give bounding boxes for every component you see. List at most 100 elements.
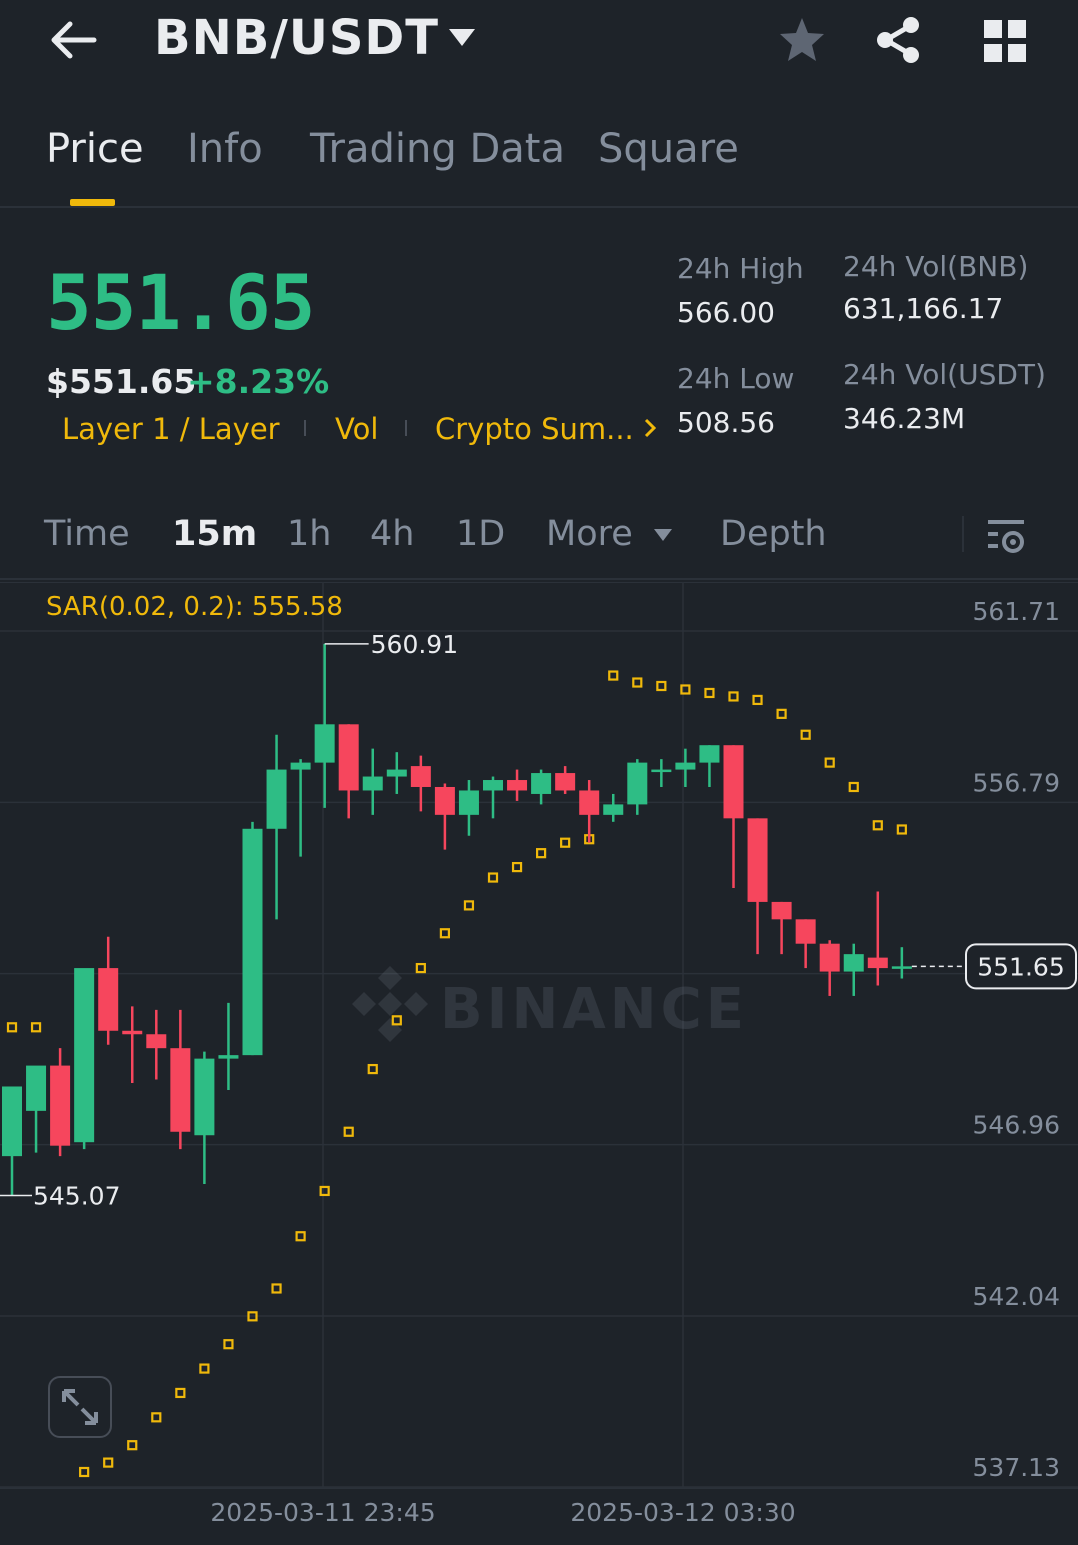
interval-4h[interactable]: 4h xyxy=(370,514,414,554)
candle-body xyxy=(675,762,696,770)
tag-crypto-summary[interactable]: Crypto Sum... xyxy=(435,412,634,446)
candle-body xyxy=(26,1065,47,1111)
price-axis-label: 537.13 xyxy=(973,1453,1060,1482)
candle-body xyxy=(627,762,648,805)
candle-body xyxy=(867,957,888,969)
candle-body xyxy=(795,919,816,944)
candle-body xyxy=(314,724,335,763)
min-price-marker: 545.07 xyxy=(33,1181,120,1210)
sar-point xyxy=(199,1363,210,1374)
max-price-marker: 560.91 xyxy=(371,630,458,659)
favorite-button[interactable] xyxy=(776,14,828,66)
sar-point xyxy=(271,1283,282,1294)
chart-settings-icon xyxy=(988,520,1024,553)
interval-more-label: More xyxy=(546,514,633,554)
share-icon xyxy=(877,17,919,63)
candle-body xyxy=(74,968,95,1143)
tag-divider xyxy=(405,420,407,436)
active-tab-indicator xyxy=(70,199,115,206)
candle-body xyxy=(146,1034,167,1049)
low-value: 508.56 xyxy=(677,406,775,439)
sar-point xyxy=(6,1022,18,1033)
sar-point xyxy=(752,694,763,706)
vol-usdt-value: 346.23M xyxy=(843,402,966,435)
tab-info[interactable]: Info xyxy=(187,126,263,172)
sar-point xyxy=(656,680,667,692)
top-bar: BNB/USDT xyxy=(0,0,1078,90)
candle-body xyxy=(50,1065,71,1146)
candle-body xyxy=(603,804,624,815)
sar-point xyxy=(30,1022,42,1033)
caret-down-icon xyxy=(449,29,475,46)
tag-layer1[interactable]: Layer 1 / Layer xyxy=(62,412,280,446)
sar-point xyxy=(560,837,571,848)
candle-body xyxy=(579,790,600,815)
time-axis-label: 2025-03-11 23:45 xyxy=(210,1498,435,1527)
tab-square[interactable]: Square xyxy=(598,126,739,172)
sar-point xyxy=(79,1466,90,1478)
candle-body xyxy=(699,745,720,763)
candle-body xyxy=(362,776,383,791)
caret-down-icon xyxy=(653,529,672,541)
candle-body xyxy=(458,790,479,815)
star-icon xyxy=(780,18,824,61)
candle-body xyxy=(819,943,840,972)
back-button[interactable] xyxy=(46,14,102,66)
sar-point xyxy=(367,1063,378,1075)
candle-body xyxy=(723,745,744,819)
candle-body xyxy=(507,780,528,791)
sar-point xyxy=(439,928,450,939)
current-price-tag: 551.65 xyxy=(977,952,1064,981)
tags-more-chevron[interactable] xyxy=(642,412,660,449)
fullscreen-button[interactable] xyxy=(48,1376,112,1438)
candle-body xyxy=(651,769,672,773)
price-axis-label: 546.96 xyxy=(973,1111,1060,1140)
binance-watermark: BINANCE xyxy=(352,966,744,1042)
high-label: 24h High xyxy=(677,252,804,285)
vol-bnb-value: 631,166.17 xyxy=(843,292,1004,325)
candle-body xyxy=(434,786,455,815)
interval-more[interactable]: More xyxy=(546,514,674,554)
price-axis-label: 556.79 xyxy=(973,768,1060,797)
time-axis-label: 2025-03-12 03:30 xyxy=(570,1498,795,1527)
interval-time[interactable]: Time xyxy=(44,514,130,554)
candle-body xyxy=(531,773,552,794)
interval-1h[interactable]: 1h xyxy=(287,514,331,554)
candle-body xyxy=(122,1030,143,1035)
sar-point xyxy=(824,757,835,768)
candle-body xyxy=(747,818,768,902)
price-chart[interactable]: 561.71556.79551.87546.96542.04537.132025… xyxy=(0,581,1078,1545)
share-button[interactable] xyxy=(872,14,924,66)
last-price: 551.65 xyxy=(46,258,316,347)
tag-vol[interactable]: Vol xyxy=(335,412,378,446)
sar-point xyxy=(463,900,475,911)
interval-bar: Time 15m 1h 4h 1D More Depth xyxy=(0,490,1078,580)
chart-settings-button[interactable] xyxy=(986,516,1028,556)
sar-point xyxy=(319,1185,330,1197)
sar-point xyxy=(872,820,883,831)
sar-point xyxy=(175,1387,186,1399)
candle-body xyxy=(843,954,864,972)
candle-body xyxy=(170,1048,191,1132)
candle-body xyxy=(98,968,119,1031)
grid-menu-button[interactable] xyxy=(980,14,1032,66)
candle-body xyxy=(386,769,407,777)
tab-price[interactable]: Price xyxy=(46,126,144,172)
pair-selector-caret[interactable] xyxy=(446,26,478,50)
interval-depth[interactable]: Depth xyxy=(720,514,827,554)
sar-point xyxy=(776,708,787,719)
interval-1d[interactable]: 1D xyxy=(456,514,505,554)
chevron-right-icon xyxy=(644,418,657,438)
interval-15m[interactable]: 15m xyxy=(172,514,257,554)
candle-body xyxy=(555,773,576,791)
interval-divider xyxy=(962,516,964,552)
candlestick-chart[interactable]: 561.71556.79551.87546.96542.04537.132025… xyxy=(0,581,1078,1545)
sar-point xyxy=(127,1440,138,1451)
tab-trading-data[interactable]: Trading Data xyxy=(310,126,565,172)
sar-indicator-label[interactable]: SAR(0.02, 0.2): 555.58 xyxy=(46,592,343,622)
sar-point xyxy=(415,962,426,974)
pair-title[interactable]: BNB/USDT xyxy=(154,10,439,66)
sar-point xyxy=(728,691,739,702)
vol-usdt-label: 24h Vol(USDT) xyxy=(843,358,1046,391)
expand-icon xyxy=(62,1389,98,1425)
